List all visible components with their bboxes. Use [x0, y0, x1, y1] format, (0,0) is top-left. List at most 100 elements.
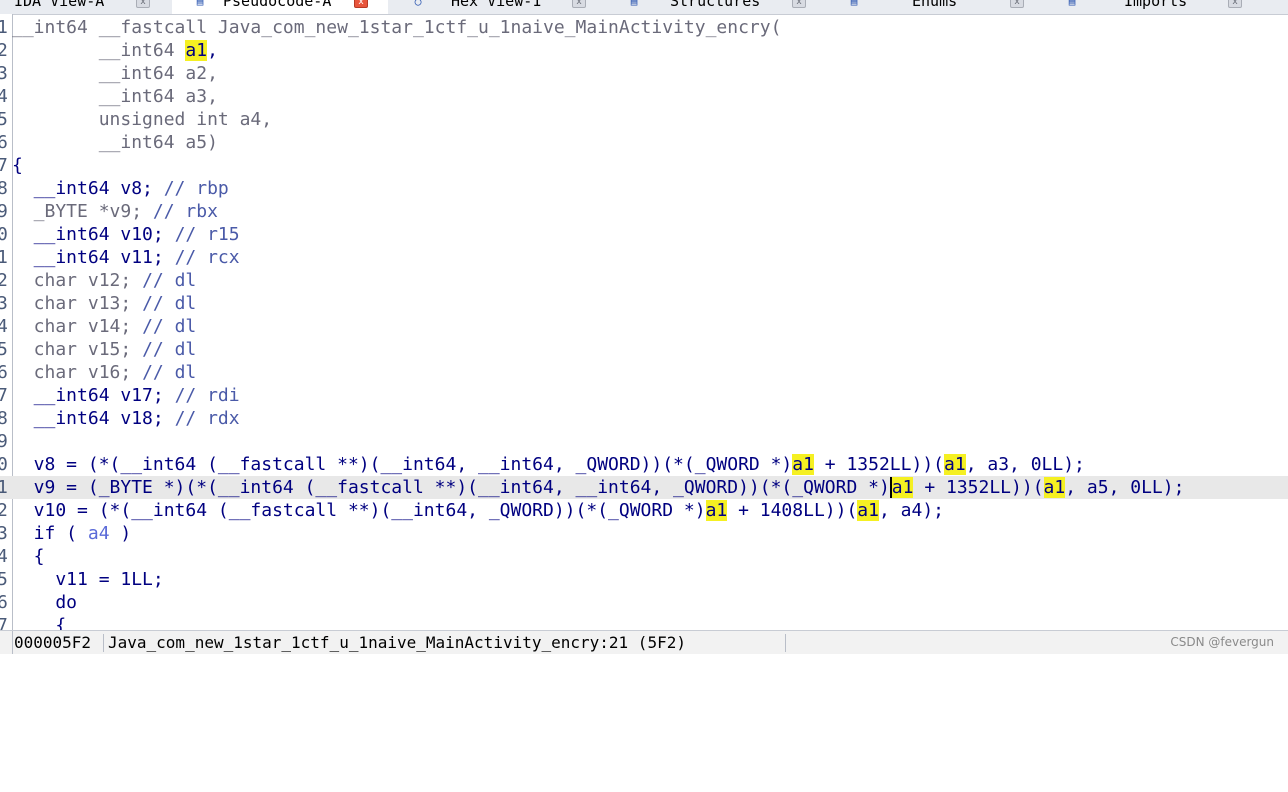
line-number: 8	[0, 178, 8, 199]
code-text[interactable]: __int64 v10; // r15	[12, 223, 240, 246]
line-number: 2	[0, 270, 8, 291]
code-line[interactable]: 7 {	[0, 154, 1288, 177]
code-text[interactable]: do	[12, 591, 77, 614]
line-number: 9	[0, 431, 8, 452]
code-line[interactable]: 6 char v16; // dl	[0, 361, 1288, 384]
close-icon[interactable]: x	[354, 0, 368, 8]
code-text[interactable]: __int64 a5)	[12, 131, 218, 154]
line-number: 4	[0, 316, 8, 337]
code-text[interactable]: v9 = (_BYTE *)(*(__int64 (__fastcall **)…	[12, 476, 1184, 499]
code-line[interactable]: 6 __int64 a5)	[0, 131, 1288, 154]
line-number: 7	[0, 155, 8, 176]
status-divider	[103, 634, 104, 652]
tab-label: Hex View-1	[451, 0, 542, 10]
code-text[interactable]: v10 = (*(__int64 (__fastcall **)(__int64…	[12, 499, 944, 522]
code-line[interactable]: 4 {	[0, 545, 1288, 568]
tab-bar: IDA View-A x ▤ Pseudocode-A x ◯ Hex View…	[0, 0, 1288, 15]
code-text[interactable]: {	[12, 614, 66, 630]
line-number: 2	[0, 500, 8, 521]
tab-pseudocode-a[interactable]: ▤ Pseudocode-A x	[172, 0, 389, 14]
status-location: Java_com_new_1star_1ctf_u_1naive_MainAct…	[108, 633, 686, 652]
code-line[interactable]: 5 char v15; // dl	[0, 338, 1288, 361]
code-line[interactable]: 7 {	[0, 614, 1288, 630]
code-line[interactable]: 0 __int64 v10; // r15	[0, 223, 1288, 246]
tab-structures[interactable]: ▤ Structures x	[610, 0, 831, 14]
code-text[interactable]: __int64 a2,	[12, 62, 218, 85]
code-line[interactable]: 4 __int64 a3,	[0, 85, 1288, 108]
close-icon[interactable]: x	[572, 0, 586, 8]
line-number: 8	[0, 408, 8, 429]
line-number: 1	[0, 247, 8, 268]
code-text[interactable]: __int64 a1,	[12, 39, 218, 62]
tab-imports[interactable]: ▤ Imports x	[1048, 0, 1288, 14]
code-line[interactable]: 2 char v12; // dl	[0, 269, 1288, 292]
import-icon: ▤	[1068, 0, 1076, 8]
status-gutter	[0, 631, 13, 654]
code-line[interactable]: 7 __int64 v17; // rdi	[0, 384, 1288, 407]
code-line[interactable]: 5 v11 = 1LL;	[0, 568, 1288, 591]
code-line[interactable]: 2 __int64 a1,	[0, 39, 1288, 62]
line-number: 1	[0, 477, 8, 498]
code-text[interactable]: __int64 v8; // rbp	[12, 177, 229, 200]
text-cursor	[889, 477, 892, 498]
code-line[interactable]: 8 __int64 v18; // rdx	[0, 407, 1288, 430]
tab-label: Pseudocode-A	[223, 0, 332, 10]
code-line[interactable]: 6 do	[0, 591, 1288, 614]
line-number: 4	[0, 546, 8, 567]
code-text[interactable]: char v12; // dl	[12, 269, 197, 292]
code-line[interactable]: 9	[0, 430, 1288, 453]
tab-label: Structures	[670, 0, 761, 10]
struct-icon: ▤	[630, 0, 638, 8]
line-number: 3	[0, 293, 8, 314]
tab-hex-view-1[interactable]: ◯ Hex View-1 x	[388, 0, 611, 14]
code-text[interactable]: {	[12, 154, 23, 177]
line-number: 6	[0, 362, 8, 383]
code-text[interactable]: v11 = 1LL;	[12, 568, 163, 591]
code-text[interactable]: __int64 v17; // rdi	[12, 384, 240, 407]
tab-ida-view-a[interactable]: IDA View-A x	[0, 0, 173, 14]
close-icon[interactable]: x	[792, 0, 806, 8]
code-text[interactable]: __int64 a3,	[12, 85, 218, 108]
status-address: 000005F2	[14, 633, 92, 652]
tab-enums[interactable]: ▤ Enums x	[830, 0, 1049, 14]
close-icon[interactable]: x	[136, 0, 150, 8]
status-bar: 000005F2 Java_com_new_1star_1ctf_u_1naiv…	[0, 630, 1288, 654]
code-text[interactable]: char v15; // dl	[12, 338, 197, 361]
code-line[interactable]: 3 if ( a4 )	[0, 522, 1288, 545]
line-number: 5	[0, 339, 8, 360]
watermark: CSDN @fevergun	[1170, 635, 1274, 649]
code-text[interactable]: char v13; // dl	[12, 292, 197, 315]
code-line[interactable]: 2 v10 = (*(__int64 (__fastcall **)(__int…	[0, 499, 1288, 522]
code-text[interactable]: {	[12, 545, 45, 568]
close-icon[interactable]: x	[1010, 0, 1024, 8]
code-text[interactable]: char v14; // dl	[12, 315, 197, 338]
code-text[interactable]: unsigned int a4,	[12, 108, 272, 131]
code-text[interactable]: _BYTE *v9; // rbx	[12, 200, 218, 223]
code-line-current[interactable]: 1 v9 = (_BYTE *)(*(__int64 (__fastcall *…	[0, 476, 1288, 499]
code-text[interactable]: __int64 v18; // rdx	[12, 407, 240, 430]
code-line[interactable]: 8 __int64 v8; // rbp	[0, 177, 1288, 200]
line-number: 9	[0, 201, 8, 222]
code-line[interactable]: 1 __int64 __fastcall Java_com_new_1star_…	[0, 16, 1288, 39]
code-line[interactable]: 3 char v13; // dl	[0, 292, 1288, 315]
code-line[interactable]: 9 _BYTE *v9; // rbx	[0, 200, 1288, 223]
code-text[interactable]: v8 = (*(__int64 (__fastcall **)(__int64,…	[12, 453, 1085, 476]
code-line[interactable]: 4 char v14; // dl	[0, 315, 1288, 338]
pseudocode-view[interactable]: 1 __int64 __fastcall Java_com_new_1star_…	[0, 14, 1288, 630]
hex-icon: ◯	[414, 0, 422, 8]
line-number: 5	[0, 109, 8, 130]
code-text[interactable]: char v16; // dl	[12, 361, 197, 384]
line-number: 0	[0, 454, 8, 475]
code-text[interactable]: if ( a4 )	[12, 522, 132, 545]
code-line[interactable]: 5 unsigned int a4,	[0, 108, 1288, 131]
close-icon[interactable]: x	[1228, 0, 1242, 8]
code-line[interactable]: 1 __int64 v11; // rcx	[0, 246, 1288, 269]
line-number: 3	[0, 63, 8, 84]
line-number: 4	[0, 86, 8, 107]
line-number: 7	[0, 615, 8, 630]
code-line[interactable]: 3 __int64 a2,	[0, 62, 1288, 85]
code-text[interactable]: __int64 __fastcall Java_com_new_1star_1c…	[12, 16, 781, 39]
code-text[interactable]: __int64 v11; // rcx	[12, 246, 240, 269]
tab-label: Imports	[1124, 0, 1188, 10]
code-line[interactable]: 0 v8 = (*(__int64 (__fastcall **)(__int6…	[0, 453, 1288, 476]
